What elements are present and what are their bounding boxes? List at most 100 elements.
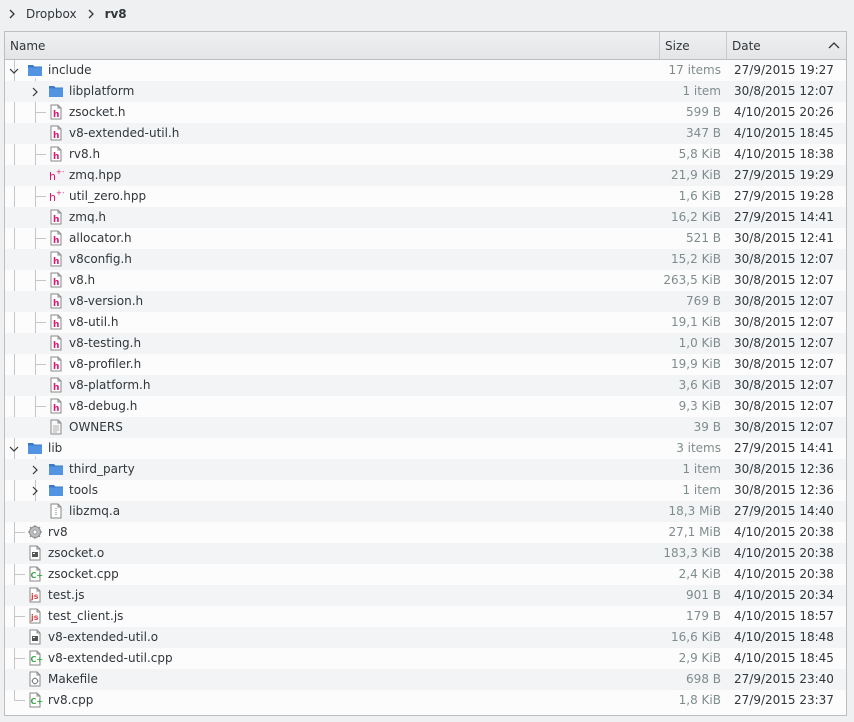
file-size: 1 item [682,84,721,98]
column-header-date[interactable]: Date [727,32,846,59]
table-row[interactable]: h v8-testing.h 1,0 KiB 30/8/2015 12:07 [5,333,846,354]
table-row[interactable]: third_party 1 item 30/8/2015 12:36 [5,459,846,480]
table-row[interactable]: tools 1 item 30/8/2015 12:36 [5,480,846,501]
file-size: 27,1 MiB [668,525,721,539]
svg-text:++: ++ [56,168,64,176]
cpp-source-icon: C+ [27,650,43,666]
svg-text:h: h [53,362,59,372]
table-row[interactable]: h v8-util.h 19,1 KiB 30/8/2015 12:07 [5,312,846,333]
file-size: 1,6 KiB [678,189,721,203]
cpp-source-icon: C+ [27,566,43,582]
makefile-icon [27,671,43,687]
table-row[interactable]: libplatform 1 item 30/8/2015 12:07 [5,81,846,102]
svg-text:h: h [53,341,59,351]
table-row[interactable]: C+ v8-extended-util.cpp 2,9 KiB 4/10/2015 1… [5,648,846,669]
table-row[interactable]: h v8config.h 15,2 KiB 30/8/2015 12:07 [5,249,846,270]
file-size: 39 B [693,420,721,434]
svg-text:h: h [49,191,56,204]
chevron-up-icon [828,42,840,49]
file-name: zsocket.h [69,105,126,119]
file-name: libplatform [69,84,135,98]
table-row[interactable]: h zsocket.h 599 B 4/10/2015 20:26 [5,102,846,123]
chevron-right-icon[interactable] [4,6,20,22]
breadcrumb-item-dropbox[interactable]: Dropbox [20,7,83,21]
chevron-right-icon[interactable] [83,6,99,22]
header-file-icon: h [48,104,64,120]
table-row[interactable]: h rv8.h 5,8 KiB 4/10/2015 18:38 [5,144,846,165]
svg-text:C+: C+ [31,655,44,664]
table-row[interactable]: js test_client.js 179 B 4/10/2015 18:57 [5,606,846,627]
file-size: 263,5 KiB [663,273,721,287]
file-date: 4/10/2015 20:26 [734,105,834,119]
file-date: 30/8/2015 12:07 [734,336,834,350]
breadcrumb-item-current[interactable]: rv8 [99,7,133,21]
chevron-down-icon[interactable] [9,65,19,75]
table-row[interactable]: h v8-debug.h 9,3 KiB 30/8/2015 12:07 [5,396,846,417]
table-row[interactable]: zsocket.o 183,3 KiB 4/10/2015 20:38 [5,543,846,564]
table-row[interactable]: C+ zsocket.cpp 2,4 KiB 4/10/2015 20:38 [5,564,846,585]
table-row[interactable]: include 17 items 27/9/2015 19:27 [5,60,846,81]
table-row[interactable]: C+ rv8.cpp 1,8 KiB 27/9/2015 23:37 [5,690,846,711]
svg-text:js: js [30,592,39,601]
text-file-icon [48,419,64,435]
header-file-icon: h [48,251,64,267]
chevron-right-icon[interactable] [30,485,40,496]
header-file-icon: h [48,335,64,351]
file-date: 4/10/2015 18:45 [734,651,834,665]
file-date: 30/8/2015 12:41 [734,231,834,245]
table-row[interactable]: OWNERS 39 B 30/8/2015 12:07 [5,417,846,438]
object-file-icon [27,629,43,645]
file-date: 4/10/2015 18:45 [734,126,834,140]
svg-text:h: h [49,170,56,183]
table-row[interactable]: h v8-version.h 769 B 30/8/2015 12:07 [5,291,846,312]
file-size: 19,1 KiB [671,315,721,329]
javascript-file-icon: js [27,608,43,624]
column-header-name[interactable]: Name [5,32,660,59]
svg-text:h: h [53,152,59,162]
file-date: 4/10/2015 20:34 [734,588,834,602]
file-name: OWNERS [69,420,123,434]
file-date: 30/8/2015 12:36 [734,462,834,476]
table-row[interactable]: h v8-platform.h 3,6 KiB 30/8/2015 12:07 [5,375,846,396]
file-name: v8config.h [69,252,132,266]
file-size: 1 item [682,483,721,497]
object-file-icon [27,545,43,561]
file-date: 30/8/2015 12:07 [734,357,834,371]
chevron-down-icon[interactable] [9,443,19,453]
table-row[interactable]: rv8 27,1 MiB 4/10/2015 20:38 [5,522,846,543]
svg-text:h: h [53,215,59,225]
table-row[interactable]: h v8-extended-util.h 347 B 4/10/2015 18:45 [5,123,846,144]
folder-icon [27,62,43,78]
column-header-date-label: Date [732,38,761,53]
table-row[interactable]: h++util_zero.hpp1,6 KiB27/9/2015 19:28 [5,186,846,207]
header-file-icon: h [48,398,64,414]
table-row[interactable]: js test.js 901 B 4/10/2015 20:34 [5,585,846,606]
table-row[interactable]: libzmq.a 18,3 MiB 27/9/2015 14:40 [5,501,846,522]
column-header-size[interactable]: Size [660,32,727,59]
table-row[interactable]: h v8.h 263,5 KiB 30/8/2015 12:07 [5,270,846,291]
table-row[interactable]: h allocator.h 521 B 30/8/2015 12:41 [5,228,846,249]
folder-icon [27,440,43,456]
file-name: allocator.h [69,231,132,245]
file-size: 18,3 MiB [668,504,721,518]
file-date: 27/9/2015 23:40 [734,672,834,686]
table-row[interactable]: Makefile 698 B 27/9/2015 23:40 [5,669,846,690]
header-file-icon: h [48,293,64,309]
svg-text:h: h [53,278,59,288]
svg-text:h: h [53,257,59,267]
table-row[interactable]: h zmq.h 16,2 KiB 27/9/2015 14:41 [5,207,846,228]
file-size: 3,6 KiB [678,378,721,392]
file-tree-view[interactable]: Name Size Date include 17 items 27/9/2015 … [4,31,847,716]
file-date: 4/10/2015 20:38 [734,546,834,560]
file-size: 698 B [686,672,721,686]
file-name: v8-profiler.h [69,357,142,371]
file-size: 901 B [686,588,721,602]
chevron-right-icon[interactable] [30,86,40,97]
table-row[interactable]: v8-extended-util.o 16,6 KiB 4/10/2015 18:4… [5,627,846,648]
chevron-right-icon[interactable] [30,464,40,475]
file-date: 30/8/2015 12:07 [734,399,834,413]
table-row[interactable]: h++zmq.hpp21,9 KiB27/9/2015 19:29 [5,165,846,186]
file-size: 21,9 KiB [671,168,721,182]
table-row[interactable]: lib 3 items 27/9/2015 14:41 [5,438,846,459]
table-row[interactable]: h v8-profiler.h 19,9 KiB 30/8/2015 12:07 [5,354,846,375]
